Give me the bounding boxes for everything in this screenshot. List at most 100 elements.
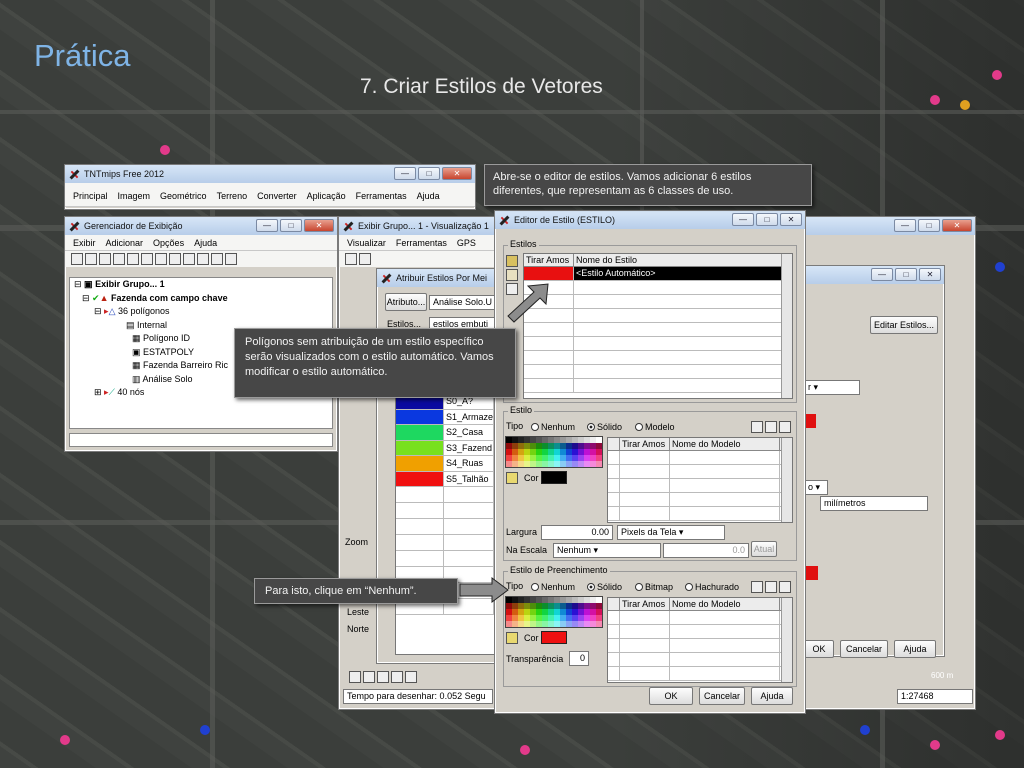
fill-modelo-scrollbar[interactable] (781, 598, 792, 682)
fill-hachurado-radio[interactable]: Hachurado (685, 582, 739, 592)
menu-opcoes[interactable]: Opções (153, 238, 184, 248)
menu-ajuda[interactable]: Ajuda (417, 191, 440, 201)
scale-field[interactable]: 1:27468 (897, 689, 973, 704)
maximize-button[interactable]: □ (280, 219, 302, 232)
cancelar-button[interactable]: Cancelar (699, 687, 745, 705)
maximize-button[interactable]: □ (895, 268, 917, 281)
menu-geometrico[interactable]: Geométrico (160, 191, 207, 201)
line-color-palette[interactable] (505, 436, 603, 468)
close-button[interactable]: ✕ (780, 213, 802, 226)
ajuda-button[interactable]: Ajuda (751, 687, 793, 705)
ajuda-button[interactable]: Ajuda (894, 640, 936, 658)
close-button[interactable]: ✕ (442, 167, 472, 180)
fill-color-swatch[interactable] (806, 566, 818, 580)
list-icon[interactable] (349, 671, 361, 683)
fill-pattern-clear-icon[interactable] (779, 581, 791, 593)
menu-ferramentas[interactable]: Ferramentas (396, 238, 447, 248)
grid-icon[interactable] (211, 253, 223, 265)
gerenciador-hscroll[interactable] (69, 433, 333, 447)
search-icon[interactable] (391, 671, 403, 683)
atribuir-style-row[interactable]: S4_Ruas (396, 456, 494, 472)
region-icon[interactable] (197, 253, 209, 265)
raster-icon[interactable] (141, 253, 153, 265)
fill-bitmap-radio[interactable]: Bitmap (635, 582, 673, 592)
cancelar-button[interactable]: Cancelar (840, 640, 888, 658)
menu-ferramentas[interactable]: Ferramentas (356, 191, 407, 201)
tree-item-grupo[interactable]: ⊟ ▣ Exibir Grupo... 1 (74, 278, 332, 292)
line-nenhum-radio[interactable]: Nenhum (531, 422, 575, 432)
menu-ajuda[interactable]: Ajuda (194, 238, 217, 248)
close-button[interactable]: ✕ (304, 219, 334, 232)
milimetros-select[interactable]: milímetros (820, 496, 928, 511)
save-icon[interactable] (99, 253, 111, 265)
line-color-swatch[interactable] (806, 414, 816, 428)
estilo-row-auto[interactable]: <Estilo Automático> (524, 267, 792, 281)
edit-style-icon[interactable] (506, 269, 518, 281)
atribuir-style-row[interactable]: S3_Fazend (396, 440, 494, 456)
cad-icon[interactable] (169, 253, 181, 265)
transparencia-field[interactable]: 0 (569, 651, 589, 666)
editar-estilos-button[interactable]: Editar Estilos... (870, 316, 938, 334)
fill-color-palette[interactable] (505, 596, 603, 628)
atributo-button[interactable]: Atributo... (385, 293, 427, 311)
units-select[interactable]: o ▾ (804, 480, 828, 495)
pattern-clear-icon[interactable] (779, 421, 791, 433)
line-color-picker-icon[interactable] (506, 472, 518, 484)
maximize-button[interactable]: □ (418, 167, 440, 180)
tree-item-fazenda[interactable]: ⊟ ✔▲ Fazenda com campo chave (74, 292, 332, 306)
line-modelo-radio[interactable]: Modelo (635, 422, 675, 432)
estilos-scrollbar[interactable] (781, 254, 792, 398)
atribuir-style-row[interactable]: S5_Talhão (396, 471, 494, 487)
close-button[interactable]: ✕ (942, 219, 972, 232)
minimize-button[interactable]: — (394, 167, 416, 180)
vector-icon[interactable] (155, 253, 167, 265)
menu-terreno[interactable]: Terreno (217, 191, 248, 201)
line-cor-swatch[interactable] (541, 471, 567, 484)
menu-aplicacao[interactable]: Aplicação (307, 191, 346, 201)
delete-style-icon[interactable] (506, 283, 518, 295)
pattern-editor-icon[interactable] (751, 421, 763, 433)
zoom-icon[interactable] (359, 253, 371, 265)
atributo-field[interactable]: Análise Solo.U (429, 295, 495, 310)
table-icon[interactable] (225, 253, 237, 265)
largura-field[interactable]: 0.00 (541, 525, 613, 540)
fill-solido-radio[interactable]: Sólido (587, 582, 622, 592)
pattern-grid-icon[interactable] (765, 421, 777, 433)
atual-button[interactable]: Atual (751, 541, 777, 557)
na-escala-select[interactable]: Nenhum ▾ (553, 543, 661, 558)
minimize-button[interactable]: — (894, 219, 916, 232)
select-icon[interactable] (405, 671, 417, 683)
menu-imagem[interactable]: Imagem (118, 191, 151, 201)
ok-button[interactable]: OK (804, 640, 834, 658)
open-icon[interactable] (85, 253, 97, 265)
tin-icon[interactable] (183, 253, 195, 265)
line-solido-radio[interactable]: Sólido (587, 422, 622, 432)
atribuir-style-row[interactable]: S1_Armaze (396, 409, 494, 425)
menu-visualizar[interactable]: Visualizar (347, 238, 386, 248)
ok-button[interactable]: OK (649, 687, 693, 705)
redraw-icon[interactable] (345, 253, 357, 265)
print-icon[interactable] (113, 253, 125, 265)
fill-color-picker-icon[interactable] (506, 632, 518, 644)
layer-icon[interactable] (127, 253, 139, 265)
menu-adicionar[interactable]: Adicionar (106, 238, 144, 248)
fill-pattern-editor-icon[interactable] (751, 581, 763, 593)
fill-nenhum-radio[interactable]: Nenhum (531, 582, 575, 592)
fill-pattern-grid-icon[interactable] (765, 581, 777, 593)
maximize-button[interactable]: □ (918, 219, 940, 232)
new-icon[interactable] (71, 253, 83, 265)
menu-converter[interactable]: Converter (257, 191, 297, 201)
close-button[interactable]: ✕ (919, 268, 941, 281)
minimize-button[interactable]: — (732, 213, 754, 226)
menu-exibir[interactable]: Exibir (73, 238, 96, 248)
style-select[interactable]: r ▾ (804, 380, 860, 395)
minimize-button[interactable]: — (256, 219, 278, 232)
minimize-button[interactable]: — (871, 268, 893, 281)
zoom-in-icon[interactable] (363, 671, 375, 683)
tree-item-poligonos[interactable]: ⊟ ▸△ 36 polígonos (74, 305, 332, 319)
zoom-out-icon[interactable] (377, 671, 389, 683)
maximize-button[interactable]: □ (756, 213, 778, 226)
fill-cor-swatch[interactable] (541, 631, 567, 644)
new-style-icon[interactable] (506, 255, 518, 267)
atribuir-style-row[interactable]: S2_Casa (396, 425, 494, 441)
